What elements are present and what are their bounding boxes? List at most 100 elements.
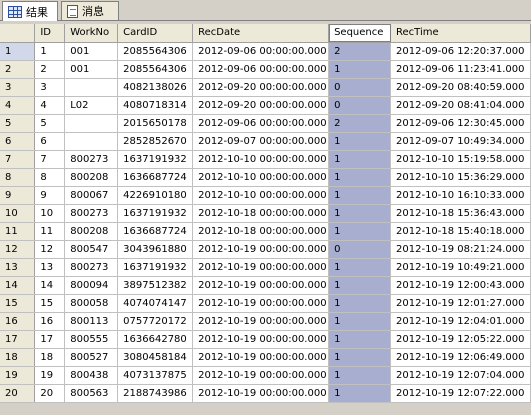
table-row[interactable]: 7 7 800273 1637191932 2012-10-10 00:00:00.00… xyxy=(0,150,531,169)
workno-cell[interactable]: 800113 xyxy=(64,312,119,331)
workno-cell[interactable]: 800208 xyxy=(64,222,119,241)
id-cell[interactable]: 7 xyxy=(34,150,66,169)
row-number-cell[interactable]: 13 xyxy=(0,258,36,277)
sequence-cell[interactable]: 1 xyxy=(328,132,392,151)
recdate-cell[interactable]: 2012-09-06 00:00:00.000 xyxy=(192,60,330,79)
sequence-cell[interactable]: 0 xyxy=(328,240,392,259)
rectime-cell[interactable]: 2012-09-20 08:40:59.000 xyxy=(390,78,531,97)
rectime-cell[interactable]: 2012-09-06 11:23:41.000 xyxy=(390,60,531,79)
sequence-cell[interactable]: 2 xyxy=(328,42,392,61)
cardid-cell[interactable]: 4082138026 xyxy=(117,78,194,97)
corner-cell[interactable] xyxy=(0,24,36,43)
workno-cell[interactable]: 800563 xyxy=(64,384,119,403)
column-header-sequence[interactable]: Sequence xyxy=(328,24,392,43)
cardid-cell[interactable]: 4080718314 xyxy=(117,96,194,115)
id-cell[interactable]: 6 xyxy=(34,132,66,151)
workno-cell[interactable]: 800438 xyxy=(64,366,119,385)
id-cell[interactable]: 3 xyxy=(34,78,66,97)
recdate-cell[interactable]: 2012-09-20 00:00:00.000 xyxy=(192,96,330,115)
recdate-cell[interactable]: 2012-10-10 00:00:00.000 xyxy=(192,168,330,187)
cardid-cell[interactable]: 1637191932 xyxy=(117,258,194,277)
cardid-cell[interactable]: 1637191932 xyxy=(117,150,194,169)
row-number-cell[interactable]: 6 xyxy=(0,132,36,151)
row-number-cell[interactable]: 12 xyxy=(0,240,36,259)
tab-messages[interactable]: 消息 xyxy=(61,1,119,20)
rectime-cell[interactable]: 2012-09-20 08:41:04.000 xyxy=(390,96,531,115)
cardid-cell[interactable]: 1636642780 xyxy=(117,330,194,349)
cardid-cell[interactable]: 2188743986 xyxy=(117,384,194,403)
recdate-cell[interactable]: 2012-10-19 00:00:00.000 xyxy=(192,258,330,277)
sequence-cell[interactable]: 1 xyxy=(328,186,392,205)
workno-cell[interactable] xyxy=(64,114,119,133)
cardid-cell[interactable]: 1636687724 xyxy=(117,222,194,241)
recdate-cell[interactable]: 2012-10-19 00:00:00.000 xyxy=(192,312,330,331)
row-number-cell[interactable]: 2 xyxy=(0,60,36,79)
id-cell[interactable]: 9 xyxy=(34,186,66,205)
row-number-cell[interactable]: 20 xyxy=(0,384,36,403)
table-row[interactable]: 8 8 800208 1636687724 2012-10-10 00:00:00.00… xyxy=(0,168,531,187)
id-cell[interactable]: 18 xyxy=(34,348,66,367)
rectime-cell[interactable]: 2012-10-10 16:10:33.000 xyxy=(390,186,531,205)
id-cell[interactable]: 11 xyxy=(34,222,66,241)
row-number-cell[interactable]: 7 xyxy=(0,150,36,169)
recdate-cell[interactable]: 2012-10-18 00:00:00.000 xyxy=(192,204,330,223)
row-number-cell[interactable]: 8 xyxy=(0,168,36,187)
recdate-cell[interactable]: 2012-10-19 00:00:00.000 xyxy=(192,348,330,367)
workno-cell[interactable] xyxy=(64,78,119,97)
sequence-cell[interactable]: 2 xyxy=(328,114,392,133)
workno-cell[interactable]: 800094 xyxy=(64,276,119,295)
tab-results[interactable]: 结果 xyxy=(2,1,58,21)
id-cell[interactable]: 16 xyxy=(34,312,66,331)
id-cell[interactable]: 17 xyxy=(34,330,66,349)
sequence-cell[interactable]: 1 xyxy=(328,276,392,295)
cardid-cell[interactable]: 1636687724 xyxy=(117,168,194,187)
recdate-cell[interactable]: 2012-09-20 00:00:00.000 xyxy=(192,78,330,97)
sequence-cell[interactable]: 0 xyxy=(328,78,392,97)
table-row[interactable]: 2 2 001 2085564306 2012-09-06 00:00:00.000 1 2… xyxy=(0,60,531,79)
table-row[interactable]: 17 17 800555 1636642780 2012-10-19 00:00:00.… xyxy=(0,330,531,349)
row-number-cell[interactable]: 16 xyxy=(0,312,36,331)
rectime-cell[interactable]: 2012-09-06 12:20:37.000 xyxy=(390,42,531,61)
row-number-cell[interactable]: 14 xyxy=(0,276,36,295)
rectime-cell[interactable]: 2012-10-18 15:36:43.000 xyxy=(390,204,531,223)
table-row[interactable]: 15 15 800058 4074074147 2012-10-19 00:00:00.… xyxy=(0,294,531,313)
recdate-cell[interactable]: 2012-10-19 00:00:00.000 xyxy=(192,276,330,295)
cardid-cell[interactable]: 2852852670 xyxy=(117,132,194,151)
rectime-cell[interactable]: 2012-10-10 15:19:58.000 xyxy=(390,150,531,169)
table-row[interactable]: 4 4 L02 4080718314 2012-09-20 00:00:00.000 0 2… xyxy=(0,96,531,115)
workno-cell[interactable]: 800273 xyxy=(64,258,119,277)
cardid-cell[interactable]: 4226910180 xyxy=(117,186,194,205)
cardid-cell[interactable]: 4073137875 xyxy=(117,366,194,385)
sequence-cell[interactable]: 1 xyxy=(328,294,392,313)
workno-cell[interactable]: 800547 xyxy=(64,240,119,259)
recdate-cell[interactable]: 2012-10-19 00:00:00.000 xyxy=(192,240,330,259)
table-row[interactable]: 19 19 800438 4073137875 2012-10-19 00:00:00.… xyxy=(0,366,531,385)
rectime-cell[interactable]: 2012-09-06 12:30:45.000 xyxy=(390,114,531,133)
table-row[interactable]: 5 5 2015650178 2012-09-06 00:00:00.000 2 2012… xyxy=(0,114,531,133)
workno-cell[interactable]: L02 xyxy=(64,96,119,115)
sequence-cell[interactable]: 1 xyxy=(328,366,392,385)
sequence-cell[interactable]: 0 xyxy=(328,96,392,115)
table-row[interactable]: 20 20 800563 2188743986 2012-10-19 00:00:00.… xyxy=(0,384,531,403)
rectime-cell[interactable]: 2012-10-18 15:40:18.000 xyxy=(390,222,531,241)
table-row[interactable]: 16 16 800113 0757720172 2012-10-19 00:00:00.… xyxy=(0,312,531,331)
rectime-cell[interactable]: 2012-10-19 12:05:22.000 xyxy=(390,330,531,349)
id-cell[interactable]: 19 xyxy=(34,366,66,385)
sequence-cell[interactable]: 1 xyxy=(328,312,392,331)
cardid-cell[interactable]: 2015650178 xyxy=(117,114,194,133)
table-row[interactable]: 1 1 001 2085564306 2012-09-06 00:00:00.000 2 2… xyxy=(0,42,531,61)
rectime-cell[interactable]: 2012-10-19 10:49:21.000 xyxy=(390,258,531,277)
row-number-cell[interactable]: 5 xyxy=(0,114,36,133)
id-cell[interactable]: 14 xyxy=(34,276,66,295)
recdate-cell[interactable]: 2012-10-19 00:00:00.000 xyxy=(192,384,330,403)
recdate-cell[interactable]: 2012-09-06 00:00:00.000 xyxy=(192,42,330,61)
table-row[interactable]: 14 14 800094 3897512382 2012-10-19 00:00:00.… xyxy=(0,276,531,295)
row-number-cell[interactable]: 15 xyxy=(0,294,36,313)
table-row[interactable]: 11 11 800208 1636687724 2012-10-18 00:00:00.… xyxy=(0,222,531,241)
table-row[interactable]: 3 3 4082138026 2012-09-20 00:00:00.000 0 2012… xyxy=(0,78,531,97)
id-cell[interactable]: 13 xyxy=(34,258,66,277)
table-row[interactable]: 10 10 800273 1637191932 2012-10-18 00:00:00.… xyxy=(0,204,531,223)
row-number-cell[interactable]: 9 xyxy=(0,186,36,205)
rectime-cell[interactable]: 2012-10-19 12:07:22.000 xyxy=(390,384,531,403)
row-number-cell[interactable]: 18 xyxy=(0,348,36,367)
